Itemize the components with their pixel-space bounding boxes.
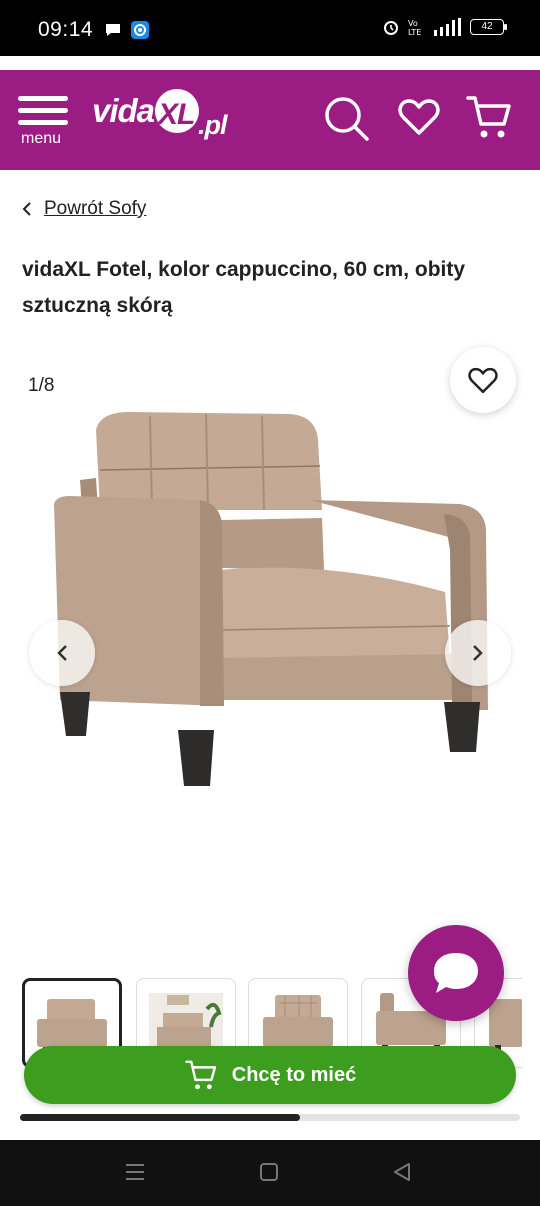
image-counter: 1/8: [28, 375, 55, 396]
menu-icon: [18, 96, 70, 125]
recent-apps-icon[interactable]: [124, 1162, 146, 1182]
heart-icon[interactable]: [398, 98, 440, 136]
menu-label: menu: [21, 130, 62, 147]
chevron-left-icon: [57, 645, 67, 661]
site-header: [0, 70, 540, 170]
signal-icon: [434, 18, 461, 36]
chat-bubble-icon: [434, 953, 478, 993]
product-title: vidaXL Fotel, kolor cappuccino, 60 cm, o…: [22, 258, 466, 317]
status-time: 09:14: [38, 18, 94, 41]
search-icon[interactable]: [322, 94, 372, 144]
svg-text:vida: vida: [92, 92, 155, 129]
chevron-right-icon: [473, 645, 483, 661]
menu-button[interactable]: menu: [18, 96, 70, 156]
cart-icon[interactable]: [466, 94, 512, 140]
cart-icon: [184, 1060, 216, 1090]
svg-text:.pl: .pl: [198, 110, 228, 140]
next-image-button[interactable]: [445, 620, 511, 686]
gallery-scroll-progress[interactable]: [20, 1114, 520, 1121]
gallery-scroll-progress-fill: [20, 1114, 300, 1121]
favorite-heart-icon: [468, 367, 498, 393]
back-icon[interactable]: [392, 1162, 412, 1182]
add-to-cart-label: Chcę to mieć: [231, 1063, 357, 1086]
chevron-left-icon: [22, 202, 31, 216]
add-to-cart-button[interactable]: Chcę to mieć: [24, 1046, 516, 1104]
message-icon: [106, 24, 120, 36]
back-link-label: Powrót Sofy: [44, 198, 147, 219]
home-icon[interactable]: [259, 1162, 279, 1182]
notification-icons: [104, 20, 150, 40]
volte-icon: VoLTE: [408, 19, 421, 36]
svg-text:XL: XL: [156, 98, 194, 131]
app-notification-icon: [131, 21, 149, 39]
battery-icon: 42: [470, 19, 507, 35]
product-image[interactable]: [40, 400, 500, 800]
status-bar: 09:14 Vo LTE 42: [0, 0, 540, 56]
system-indicators: Vo LTE 42: [382, 18, 507, 36]
system-navigation-bar: [0, 1140, 540, 1206]
svg-text:Vo: Vo: [408, 19, 418, 28]
back-link[interactable]: Powrót Sofy: [22, 198, 146, 220]
alarm-icon: [384, 21, 398, 35]
previous-image-button[interactable]: [29, 620, 95, 686]
svg-text:LTE: LTE: [408, 28, 421, 36]
chat-button[interactable]: [408, 925, 504, 1021]
